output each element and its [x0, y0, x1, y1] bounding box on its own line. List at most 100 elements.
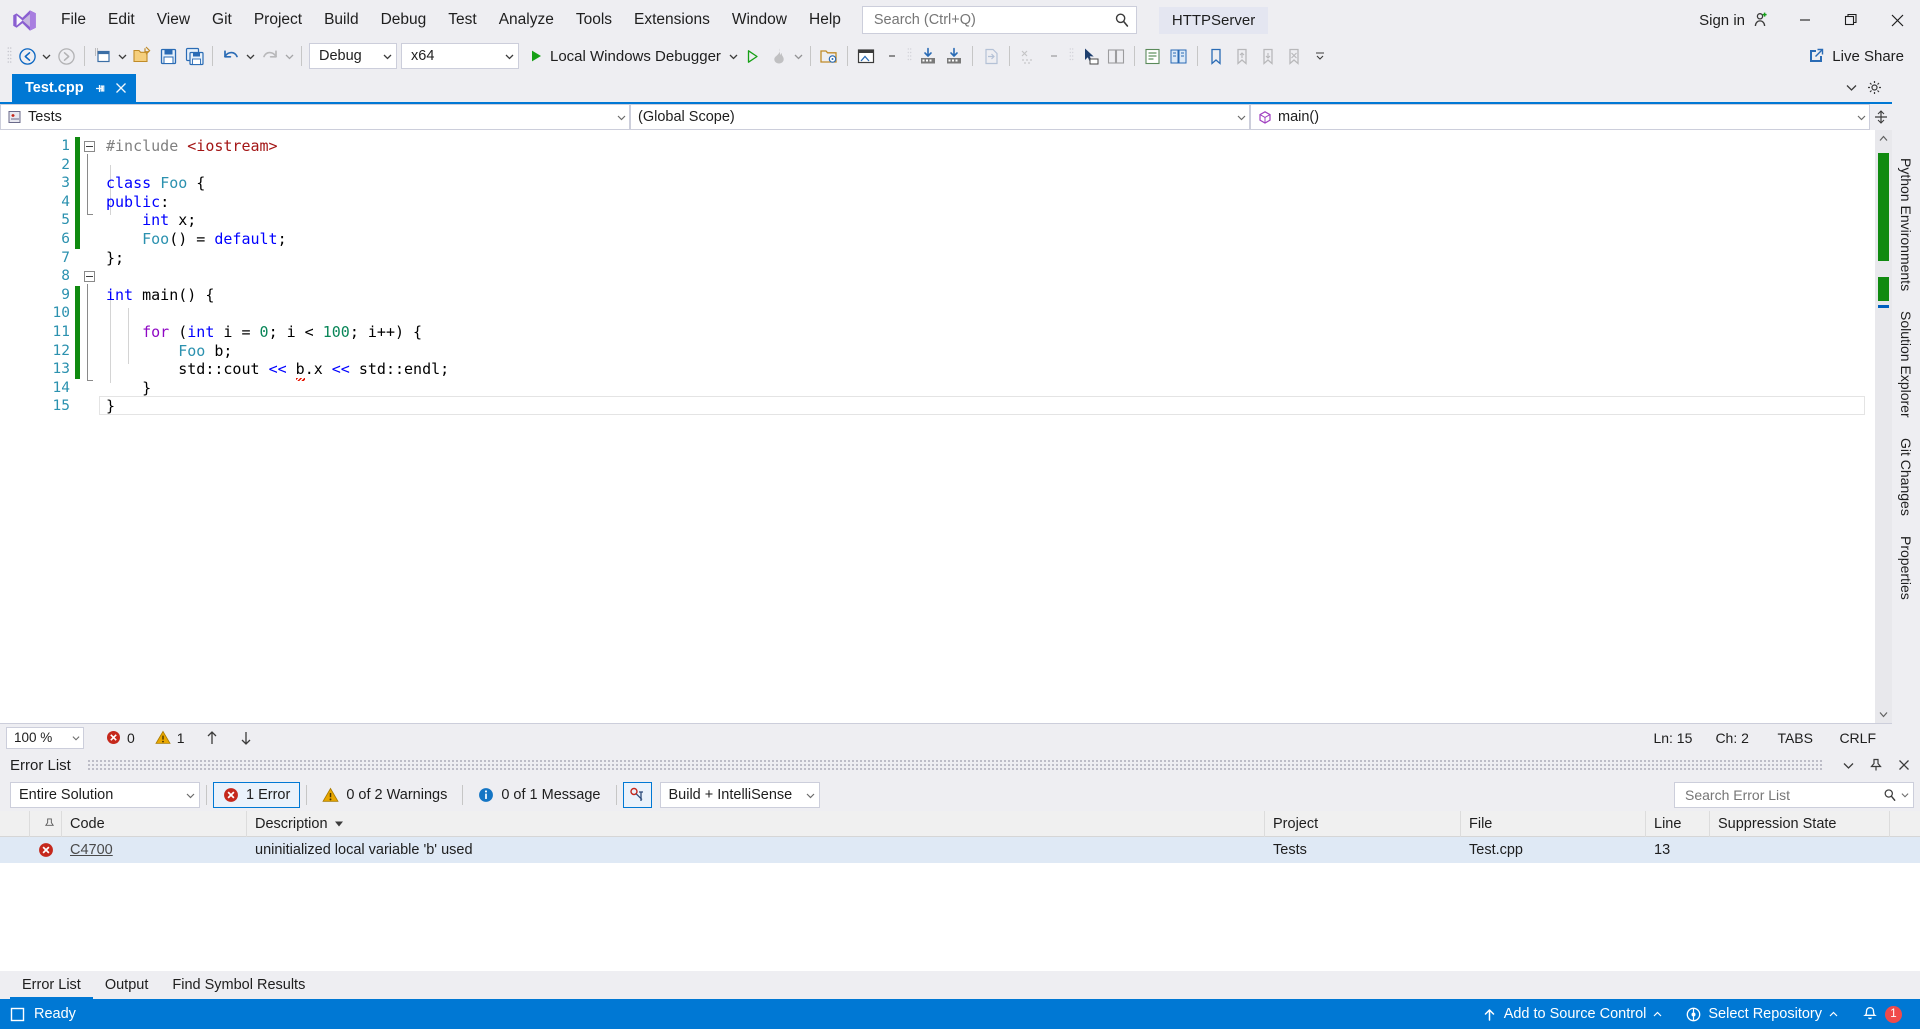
compare-button[interactable] — [1103, 42, 1129, 70]
code-surface[interactable]: 1 2 3 4 5 6 7 8 9 10 11 12 13 14 15 #inc… — [0, 130, 1892, 723]
undo-button[interactable] — [218, 42, 244, 70]
error-list-search-input[interactable] — [1683, 786, 1883, 804]
previous-issue-button[interactable] — [195, 724, 229, 752]
warnings-filter-toggle[interactable]: 0 of 2 Warnings — [313, 782, 456, 808]
indent-mode[interactable]: TABS — [1767, 724, 1829, 752]
fold-toggle-main[interactable] — [84, 271, 95, 282]
step-over-button[interactable] — [941, 42, 967, 70]
scroll-down-button[interactable] — [1875, 706, 1892, 723]
toggle-bookmark-button[interactable] — [1203, 42, 1229, 70]
toolbar-overflow-button[interactable] — [1307, 42, 1333, 70]
toolbar-grip[interactable] — [905, 46, 915, 66]
scroll-up-button[interactable] — [1875, 130, 1892, 147]
undo-dropdown[interactable] — [244, 42, 257, 70]
window-layout-more[interactable] — [879, 42, 905, 70]
split-window-button[interactable] — [1870, 104, 1892, 130]
tool-tab-properties[interactable]: Properties — [1893, 526, 1919, 610]
column-header-project[interactable]: Project — [1265, 811, 1461, 837]
column-header-suppression-state[interactable]: Suppression State — [1710, 811, 1890, 837]
sign-in-button[interactable]: Sign in — [1687, 11, 1782, 29]
goto-button[interactable] — [978, 42, 1004, 70]
select-target-button[interactable] — [816, 42, 842, 70]
previous-bookmark-button[interactable] — [1229, 42, 1255, 70]
document-tab-test-cpp[interactable]: Test.cpp — [12, 74, 136, 102]
navigate-back-button[interactable] — [14, 42, 40, 70]
configuration-combo[interactable]: Debug — [309, 43, 397, 69]
save-all-button[interactable] — [181, 42, 207, 70]
editor-error-count[interactable]: 0 — [96, 724, 145, 752]
redo-dropdown[interactable] — [283, 42, 296, 70]
menu-project[interactable]: Project — [243, 0, 313, 40]
tool-tab-git-changes[interactable]: Git Changes — [1893, 428, 1919, 526]
project-combo[interactable]: Tests — [0, 104, 630, 130]
scrollbar-track[interactable] — [1875, 147, 1892, 706]
hot-reload-dropdown[interactable] — [792, 42, 805, 70]
window-layout-button[interactable] — [853, 42, 879, 70]
menu-debug[interactable]: Debug — [370, 0, 438, 40]
errors-filter-toggle[interactable]: 1 Error — [213, 782, 301, 808]
editor-warning-count[interactable]: 1 — [145, 724, 195, 752]
code-text-area[interactable]: #include <iostream> class Foo { public: … — [99, 130, 1875, 723]
new-project-dropdown[interactable] — [116, 42, 129, 70]
error-code-link[interactable]: C4700 — [70, 842, 113, 858]
hot-reload-button[interactable] — [766, 42, 792, 70]
menu-edit[interactable]: Edit — [97, 0, 146, 40]
clear-bookmarks-button[interactable] — [1281, 42, 1307, 70]
error-list-search[interactable] — [1674, 782, 1914, 808]
select-repository-button[interactable]: Select Repository — [1674, 999, 1850, 1029]
menu-extensions[interactable]: Extensions — [623, 0, 721, 40]
menu-analyze[interactable]: Analyze — [488, 0, 565, 40]
column-header-file[interactable]: File — [1461, 811, 1646, 837]
source-button[interactable] — [1140, 42, 1166, 70]
tab-output[interactable]: Output — [93, 971, 161, 999]
tool-tab-python-environments[interactable]: Python Environments — [1893, 148, 1919, 301]
error-list-pin-button[interactable] — [1866, 754, 1886, 776]
panel-drag-handle[interactable] — [86, 759, 1822, 771]
open-file-button[interactable] — [129, 42, 155, 70]
menu-tools[interactable]: Tools — [565, 0, 623, 40]
fold-toggle-class-foo[interactable] — [84, 141, 95, 152]
scope-filter-combo[interactable]: Entire Solution — [10, 782, 200, 808]
close-button[interactable] — [1874, 0, 1920, 40]
tab-find-symbol-results[interactable]: Find Symbol Results — [160, 971, 317, 999]
redo-button[interactable] — [257, 42, 283, 70]
step-into-button[interactable] — [915, 42, 941, 70]
table-row[interactable]: C4700 uninitialized local variable 'b' u… — [0, 837, 1920, 863]
menu-file[interactable]: File — [50, 0, 97, 40]
messages-filter-toggle[interactable]: 0 of 1 Message — [469, 782, 609, 808]
minimize-button[interactable] — [1782, 0, 1828, 40]
start-debugging-dropdown[interactable] — [727, 42, 740, 70]
next-issue-button[interactable] — [229, 724, 263, 752]
source-filter-combo[interactable]: Build + IntelliSense — [659, 782, 820, 808]
menu-git[interactable]: Git — [201, 0, 243, 40]
menu-test[interactable]: Test — [437, 0, 487, 40]
maximize-button[interactable] — [1828, 0, 1874, 40]
next-bookmark-button[interactable] — [1255, 42, 1281, 70]
platform-combo[interactable]: x64 — [401, 43, 519, 69]
start-without-debugging-button[interactable] — [740, 42, 766, 70]
column-header-severity[interactable] — [0, 811, 30, 837]
outlining-margin[interactable] — [82, 130, 99, 723]
notifications-button[interactable]: 1 — [1850, 999, 1920, 1029]
menu-help[interactable]: Help — [798, 0, 852, 40]
tool-tab-solution-explorer[interactable]: Solution Explorer — [1893, 301, 1919, 428]
error-list-search-dropdown[interactable] — [1897, 791, 1909, 799]
menu-build[interactable]: Build — [313, 0, 369, 40]
search-input[interactable] — [871, 11, 1114, 29]
add-to-source-control-button[interactable]: Add to Source Control — [1470, 999, 1675, 1029]
column-header-line[interactable]: Line — [1646, 811, 1710, 837]
no-data-button[interactable] — [1015, 42, 1041, 70]
navigate-forward-button[interactable] — [53, 42, 79, 70]
intellisense-filter-toggle[interactable] — [622, 782, 652, 808]
no-data-more[interactable] — [1041, 42, 1067, 70]
column-header-pin[interactable] — [30, 811, 62, 837]
menu-view[interactable]: View — [146, 0, 201, 40]
menu-window[interactable]: Window — [721, 0, 798, 40]
toolbar-grip[interactable] — [4, 46, 14, 66]
vertical-scrollbar[interactable] — [1875, 130, 1892, 723]
new-project-button[interactable] — [90, 42, 116, 70]
tab-error-list[interactable]: Error List — [10, 971, 93, 999]
scope-combo[interactable]: (Global Scope) — [630, 104, 1250, 130]
pointer-button[interactable] — [1077, 42, 1103, 70]
diff-button[interactable] — [1166, 42, 1192, 70]
